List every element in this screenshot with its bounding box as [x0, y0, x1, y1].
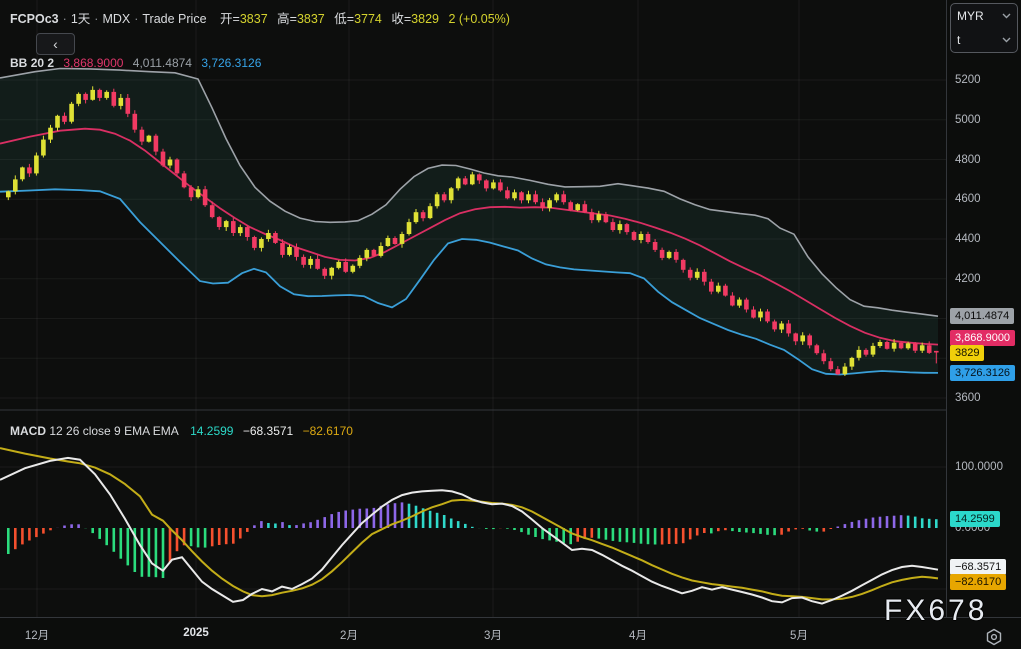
unit-dropdown[interactable]: t: [951, 28, 1017, 52]
time-tick-label: 3月: [484, 627, 502, 643]
chevron-down-icon: [1002, 13, 1011, 19]
gear-icon[interactable]: [983, 626, 1005, 648]
price-tick-label: 4200: [955, 273, 981, 285]
macd-params: 12 26 close 9 EMA EMA: [49, 424, 178, 438]
time-tick-label: 4月: [629, 627, 647, 643]
currency-label: MYR: [957, 9, 1002, 23]
separator-dot: ·: [90, 12, 102, 26]
trading-chart-window: MYR t 5200500048004600440042004000380036…: [0, 0, 1021, 649]
axis-selector-box: MYR t: [950, 3, 1018, 53]
price-label-chip: 3,868.9000: [950, 330, 1015, 346]
symbol-legend[interactable]: FCPOc3·1天·MDX·Trade Price 开=3837 高=3837 …: [10, 8, 510, 27]
currency-dropdown[interactable]: MYR: [951, 4, 1017, 28]
time-tick-label: 2025: [183, 627, 209, 639]
close-label: 收=: [391, 12, 411, 26]
low-label: 低=: [334, 12, 354, 26]
macd-signal-value: −82.6170: [303, 424, 353, 438]
bb-upper-value: 4,011.4874: [133, 56, 192, 70]
series-type-label: Trade Price: [142, 12, 206, 26]
macd-label-chip: −82.6170: [950, 574, 1006, 590]
macd-hist-value: 14.2599: [190, 424, 233, 438]
chevron-down-icon: [1002, 37, 1011, 43]
macd-label-chip: −68.3571: [950, 559, 1006, 575]
macd-tick-label: 100.0000: [955, 461, 1003, 473]
high-label: 高=: [277, 12, 297, 26]
macd-legend[interactable]: MACD 12 26 close 9 EMA EMA 14.2599 −68.3…: [10, 424, 353, 438]
price-label-chip: 4,011.4874: [950, 308, 1014, 324]
open-label: 开=: [220, 12, 240, 26]
time-tick-label: 5月: [790, 627, 808, 643]
low-value: 3774: [354, 12, 382, 26]
macd-line-value: −68.3571: [243, 424, 293, 438]
unit-label: t: [957, 33, 1002, 47]
bb-mid-value: 3,868.9000: [63, 56, 123, 70]
back-button[interactable]: ‹: [36, 33, 75, 55]
price-axis[interactable]: MYR t 5200500048004600440042004000380036…: [946, 0, 1021, 617]
macd-histogram: [8, 502, 936, 578]
bb-name: BB: [10, 56, 27, 70]
price-tick-label: 5200: [955, 74, 981, 86]
bb-params: 20 2: [31, 56, 54, 70]
chevron-left-icon: ‹: [53, 36, 58, 52]
high-value: 3837: [297, 12, 325, 26]
open-value: 3837: [240, 12, 268, 26]
price-label-chip: 3,726.3126: [950, 365, 1015, 381]
bb-lower-value: 3,726.3126: [201, 56, 261, 70]
change-value: 2 (+0.05%): [448, 12, 510, 26]
macd-label-chip: 14.2599: [950, 511, 1000, 527]
time-tick-label: 12月: [25, 627, 49, 643]
price-tick-label: 3600: [955, 392, 981, 404]
interval-label: 1天: [71, 12, 90, 26]
price-tick-label: 4800: [955, 154, 981, 166]
price-tick-label: 5000: [955, 114, 981, 126]
price-label-chip: 3829: [950, 345, 984, 361]
fx678-watermark: FX678: [884, 594, 987, 628]
time-tick-label: 2月: [340, 627, 358, 643]
exchange-label: MDX: [102, 12, 130, 26]
price-tick-label: 4400: [955, 233, 981, 245]
separator-dot: ·: [59, 12, 71, 26]
time-axis[interactable]: 12月 2025 2月 3月 4月 5月: [0, 617, 1021, 649]
symbol-name: FCPOc3: [10, 12, 59, 26]
close-value: 3829: [411, 12, 439, 26]
separator-dot: ·: [130, 12, 142, 26]
bb-legend[interactable]: BB 20 2 3,868.9000 4,011.4874 3,726.3126: [10, 56, 261, 70]
price-tick-label: 4600: [955, 193, 981, 205]
macd-name: MACD: [10, 424, 46, 438]
chart-canvas[interactable]: [0, 0, 946, 622]
bb-fill: [0, 69, 938, 375]
